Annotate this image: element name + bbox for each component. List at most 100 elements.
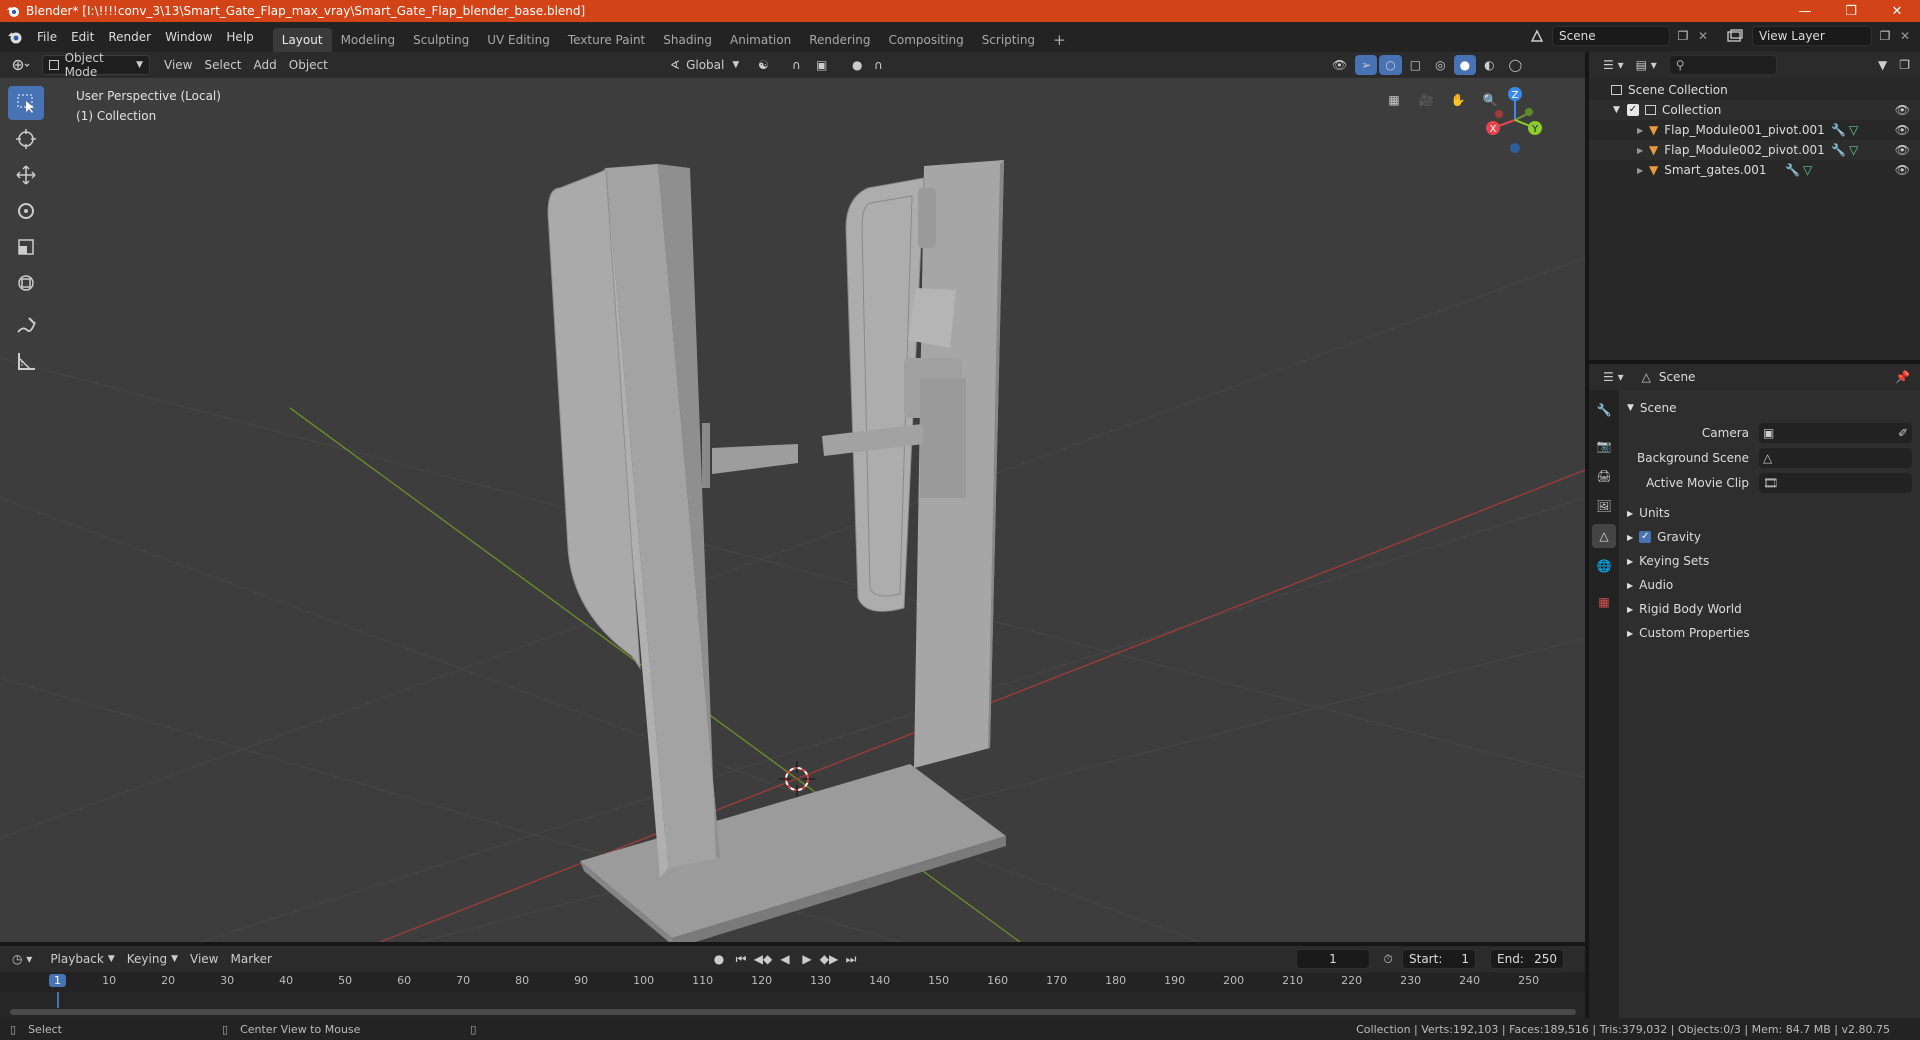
menu-edit[interactable]: Edit	[64, 26, 101, 48]
navigation-gizmo[interactable]: Z X Y	[1479, 84, 1551, 167]
toggle-grid-icon[interactable]: ▦	[1380, 86, 1408, 114]
world-tab-icon[interactable]: 🌐	[1592, 554, 1616, 578]
add-workspace-icon[interactable]: +	[1044, 28, 1075, 52]
transform-orientation-selector[interactable]: ∢ Global ▼	[664, 55, 745, 75]
delete-scene-icon[interactable]: ✕	[1696, 29, 1710, 43]
preview-range-icon[interactable]: ⏱	[1378, 952, 1398, 967]
menu-marker[interactable]: Marker	[225, 949, 278, 969]
camera-field[interactable]: ▣ ✐	[1759, 422, 1912, 443]
end-frame-field[interactable]: End: 250	[1490, 949, 1564, 969]
snap-target-icon[interactable]: ▣	[810, 55, 833, 75]
snap-icon[interactable]: ∩	[786, 55, 807, 75]
outliner-object[interactable]: ▶ ▼ Smart_gates.001 🔧 ▽ 👁	[1589, 160, 1920, 180]
view-layer-selector[interactable]: View Layer	[1752, 26, 1872, 46]
tab-scripting[interactable]: Scripting	[973, 28, 1044, 52]
timeline-editor-type-icon[interactable]: ◷ ▾	[6, 949, 38, 969]
eye-icon[interactable]: 👁	[1895, 123, 1910, 137]
outliner-search-input[interactable]: ⚲	[1668, 55, 1777, 75]
play-reverse-icon[interactable]: ◀	[776, 952, 794, 966]
tab-compositing[interactable]: Compositing	[879, 28, 972, 52]
mesh-data-icon[interactable]: ▽	[1849, 123, 1858, 137]
view-layer-icon[interactable]	[1722, 29, 1748, 43]
outliner-object[interactable]: ▶ ▼ Flap_Module002_pivot.001 🔧 ▽ 👁	[1589, 140, 1920, 160]
outliner-editor-type-icon[interactable]: ☰ ▾	[1597, 55, 1630, 75]
gizmo-toggle-icon[interactable]: ➢	[1355, 55, 1378, 75]
texture-tab-icon[interactable]: ▦	[1592, 590, 1616, 614]
expand-arrow-icon[interactable]: ▶	[1637, 166, 1649, 175]
collection-checkbox[interactable]: ✓	[1627, 104, 1639, 116]
modifier-wrench-icon[interactable]: 🔧	[1831, 143, 1846, 157]
start-frame-field[interactable]: Start: 1	[1402, 949, 1476, 969]
expand-arrow-icon[interactable]: ▶	[1637, 126, 1649, 135]
timeline-scrollbar[interactable]	[10, 1009, 1576, 1015]
mesh-data-icon[interactable]: ▽	[1849, 143, 1858, 157]
audio-panel-header[interactable]: ▶ Audio	[1619, 573, 1920, 597]
properties-editor-type-icon[interactable]: ☰ ▾	[1597, 367, 1630, 387]
eye-icon[interactable]: 👁	[1895, 163, 1910, 177]
scene-panel-header[interactable]: ▼ Scene	[1619, 396, 1920, 420]
rigid-body-world-panel-header[interactable]: ▶ Rigid Body World	[1619, 597, 1920, 621]
tab-rendering[interactable]: Rendering	[800, 28, 879, 52]
minimize-icon[interactable]: —	[1782, 0, 1828, 22]
expand-arrow-icon[interactable]: ▶	[1637, 146, 1649, 155]
playhead-line[interactable]	[57, 992, 59, 1008]
current-frame-field[interactable]: 1	[1296, 949, 1370, 969]
camera-view-icon[interactable]: 🎥	[1412, 86, 1440, 114]
frame-ruler[interactable]: 1 10 20 30 40 50 60 70 80 90 100 110 120 130 140 150 160…	[0, 972, 1585, 992]
eye-icon[interactable]: 👁	[1895, 103, 1910, 117]
mesh-data-icon[interactable]: ▽	[1803, 163, 1812, 177]
view-layer-tab-icon[interactable]: 🖼	[1592, 494, 1616, 518]
tab-uv-editing[interactable]: UV Editing	[478, 28, 559, 52]
tab-texture-paint[interactable]: Texture Paint	[559, 28, 654, 52]
pivot-point-icon[interactable]: ☯	[752, 55, 775, 75]
outliner-object[interactable]: ▶ ▼ Flap_Module001_pivot.001 🔧 ▽ 👁	[1589, 120, 1920, 140]
next-keyframe-icon[interactable]: ◆▶	[820, 952, 838, 966]
rotate-tool-icon[interactable]	[8, 194, 44, 228]
background-scene-field[interactable]: △	[1759, 447, 1912, 468]
collapse-arrow-icon[interactable]: ▼	[1613, 105, 1627, 115]
pin-icon[interactable]: 📌	[1895, 370, 1910, 384]
select-box-icon[interactable]	[8, 86, 44, 120]
annotate-tool-icon[interactable]	[8, 308, 44, 342]
xray-icon[interactable]: □	[1404, 55, 1427, 75]
material-shading-icon[interactable]: ◐	[1478, 55, 1500, 75]
mode-selector[interactable]: Object Mode ▼	[42, 51, 150, 79]
menu-file[interactable]: File	[30, 26, 64, 48]
modifier-wrench-icon[interactable]: 🔧	[1831, 123, 1846, 137]
scale-tool-icon[interactable]	[8, 230, 44, 264]
display-mode-icon[interactable]: ▤ ▾	[1630, 55, 1663, 75]
measure-tool-icon[interactable]	[8, 344, 44, 378]
falloff-icon[interactable]: ∩	[868, 55, 889, 75]
units-panel-header[interactable]: ▶ Units	[1619, 501, 1920, 525]
output-tab-icon[interactable]: 🖨	[1592, 464, 1616, 488]
new-scene-icon[interactable]: ❐	[1674, 29, 1692, 43]
tab-shading[interactable]: Shading	[654, 28, 721, 52]
current-frame-marker[interactable]: 1	[49, 974, 66, 987]
play-icon[interactable]: ▶	[798, 952, 816, 966]
active-movie-clip-field[interactable]: 🎞	[1759, 472, 1912, 493]
jump-start-icon[interactable]: ⏮	[732, 952, 750, 967]
scene-tab-icon[interactable]: △	[1592, 524, 1616, 548]
maximize-icon[interactable]: ❐	[1828, 0, 1874, 22]
tab-layout[interactable]: Layout	[272, 28, 332, 52]
menu-keying[interactable]: Keying ▼	[121, 949, 184, 969]
menu-view[interactable]: View	[158, 55, 198, 75]
editor-type-icon[interactable]	[6, 55, 36, 75]
pan-hand-icon[interactable]: ✋	[1444, 86, 1472, 114]
tab-animation[interactable]: Animation	[721, 28, 800, 52]
timeline-area[interactable]: 1 10 20 30 40 50 60 70 80 90 100 110 120 130 140 150 160…	[0, 972, 1585, 1018]
outliner-scene-collection[interactable]: Scene Collection	[1589, 80, 1920, 100]
menu-object[interactable]: Object	[283, 55, 334, 75]
move-tool-icon[interactable]	[8, 158, 44, 192]
3d-viewport[interactable]: User Perspective (Local) (1) Collection …	[0, 78, 1585, 942]
menu-select[interactable]: Select	[198, 55, 247, 75]
gravity-checkbox[interactable]: ✓	[1639, 531, 1652, 543]
render-tab-icon[interactable]: 📷	[1592, 434, 1616, 458]
menu-window[interactable]: Window	[158, 26, 219, 48]
cursor-tool-icon[interactable]	[8, 122, 44, 156]
eye-icon[interactable]: 👁	[1895, 143, 1910, 157]
close-icon[interactable]: ✕	[1874, 0, 1920, 22]
new-view-layer-icon[interactable]: ❐	[1876, 29, 1894, 43]
outliner-collection[interactable]: ▼ ✓ Collection 👁	[1589, 100, 1920, 120]
overlays-icon[interactable]: ○	[1379, 55, 1402, 75]
